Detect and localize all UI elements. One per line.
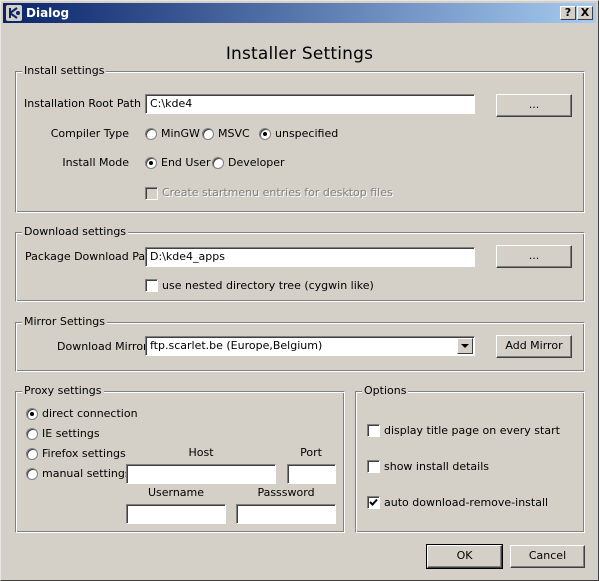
host-label: Host [188,446,214,459]
browse-root-button[interactable]: ... [496,94,572,117]
compiler-type-label: Compiler Type [50,127,129,140]
compiler-unspecified-label[interactable]: unspecified [275,127,338,140]
install-mode-label: Install Mode [62,156,129,169]
nested-tree-checkbox[interactable] [145,279,158,292]
chevron-down-icon[interactable] [457,338,473,354]
password-label: Passsword [257,486,315,499]
kde-app-icon [6,5,22,21]
download-mirror-label: Download Mirror [57,340,148,353]
add-mirror-button[interactable]: Add Mirror [496,335,572,358]
title-bar[interactable]: Dialog ? X [3,3,596,23]
install-settings-group: Install settings Installation Root Path … [15,64,585,213]
mirror-settings-legend: Mirror Settings [22,315,108,328]
proxy-manual-label[interactable]: manual settings [42,467,131,480]
host-input[interactable] [126,464,276,484]
install-settings-legend: Install settings [22,64,107,77]
port-input[interactable] [287,464,336,484]
proxy-ie-label[interactable]: IE settings [42,427,100,440]
download-mirror-value: ftp.scarlet.be (Europe,Belgium) [150,339,323,352]
options-legend: Options [362,384,409,397]
package-download-path-input[interactable]: D:\kde4_apps [145,247,475,267]
package-download-path-label: Package Download Path [25,250,157,263]
download-settings-legend: Download settings [22,225,129,238]
compiler-unspecified-radio[interactable] [259,128,271,140]
checkmark-icon [369,498,378,506]
auto-download-checkbox[interactable] [367,496,380,509]
mode-developer-label[interactable]: Developer [228,156,285,169]
proxy-firefox-radio[interactable] [26,448,38,460]
proxy-firefox-label[interactable]: Firefox settings [42,447,126,460]
window-title: Dialog [26,6,70,20]
nested-tree-label[interactable]: use nested directory tree (cygwin like) [162,279,374,292]
mode-end-user-label[interactable]: End User [161,156,210,169]
proxy-manual-radio[interactable] [26,468,38,480]
proxy-direct-radio[interactable] [26,408,38,420]
username-input[interactable] [126,504,226,524]
page-title: Installer Settings [225,44,374,64]
proxy-settings-legend: Proxy settings [22,384,104,397]
installation-root-input[interactable]: C:\kde4 [145,94,475,114]
ok-button[interactable]: OK [426,544,503,569]
options-group: Options display title page on every star… [355,384,585,533]
close-button[interactable]: X [577,6,593,20]
mode-developer-radio[interactable] [212,157,224,169]
title-page-label[interactable]: display title page on every start [384,424,560,437]
port-label: Port [300,446,322,459]
dialog-window: Dialog ? X Installer Settings Install se… [0,0,599,581]
compiler-mingw-label[interactable]: MinGW [161,127,200,140]
download-mirror-select[interactable]: ftp.scarlet.be (Europe,Belgium) [145,336,475,356]
auto-download-label[interactable]: auto download-remove-install [384,496,548,509]
compiler-mingw-radio[interactable] [145,128,157,140]
mode-end-user-radio[interactable] [145,157,157,169]
proxy-settings-group: Proxy settings direct connection IE sett… [15,384,345,533]
install-details-checkbox[interactable] [367,460,380,473]
startmenu-checkbox [145,187,158,200]
startmenu-label: Create startmenu entries for desktop fil… [162,186,393,199]
install-details-label[interactable]: show install details [384,460,489,473]
username-label: Username [147,486,205,499]
title-page-checkbox[interactable] [367,424,380,437]
password-input[interactable] [236,504,336,524]
installation-root-label: Installation Root Path [24,97,142,110]
compiler-msvc-label[interactable]: MSVC [218,127,250,140]
help-button[interactable]: ? [560,6,576,20]
download-settings-group: Download settings Package Download Path … [15,225,585,302]
compiler-msvc-radio[interactable] [202,128,214,140]
proxy-direct-label[interactable]: direct connection [42,407,138,420]
proxy-ie-radio[interactable] [26,428,38,440]
cancel-button[interactable]: Cancel [510,545,585,568]
mirror-settings-group: Mirror Settings Download Mirror ftp.scar… [15,315,585,372]
browse-download-button[interactable]: ... [496,245,572,268]
